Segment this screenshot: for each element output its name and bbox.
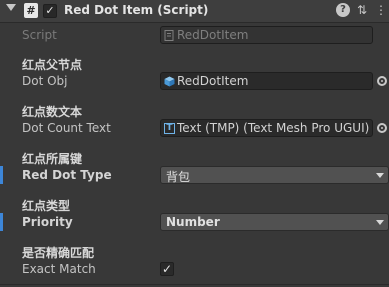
component-title: Red Dot Item (Script) [64, 3, 209, 17]
priority-value: Number [166, 215, 220, 229]
prefab-cube-icon [164, 76, 175, 87]
modified-indicator [0, 213, 3, 231]
presets-icon[interactable]: ⇅ [355, 3, 369, 17]
exact-match-header: 是否精确匹配 [22, 246, 95, 260]
foldout-arrow-icon[interactable] [6, 4, 16, 11]
modified-indicator [0, 166, 3, 184]
tmp-text-icon: T [164, 123, 175, 134]
dot-obj-header: 红点父节点 [22, 58, 83, 72]
help-icon[interactable]: ? [336, 3, 350, 17]
divider [0, 284, 389, 285]
context-menu-icon[interactable]: ⋮ [374, 3, 388, 17]
red-dot-type-dropdown[interactable]: 背包 [160, 166, 389, 184]
dot-obj-label: Dot Obj [22, 74, 68, 88]
red-dot-type-label: Red Dot Type [22, 168, 112, 182]
script-label: Script [22, 28, 57, 42]
dot-count-text-picker-icon[interactable] [377, 123, 387, 133]
red-dot-type-value: 背包 [166, 170, 191, 184]
component-header[interactable]: # ✓ Red Dot Item (Script) ? ⇅ ⋮ [0, 0, 389, 23]
chevron-down-icon [376, 173, 384, 178]
script-field-value: RedDotItem [177, 28, 249, 42]
dot-obj-value: RedDotItem [177, 74, 249, 88]
dot-count-text-label: Dot Count Text [22, 121, 111, 135]
script-file-icon [164, 30, 174, 41]
exact-match-label: Exact Match [22, 262, 96, 276]
dot-count-text-value: Text (TMP) (Text Mesh Pro UGUI) [177, 121, 370, 135]
dot-obj-picker-icon[interactable] [377, 76, 387, 86]
chevron-down-icon [376, 220, 384, 225]
dot-count-text-header: 红点数文本 [22, 105, 83, 119]
component-enabled-checkbox[interactable]: ✓ [43, 4, 57, 18]
dot-count-text-field[interactable]: T Text (TMP) (Text Mesh Pro UGUI) [160, 119, 373, 137]
script-field: RedDotItem [160, 26, 373, 44]
priority-dropdown[interactable]: Number [160, 213, 389, 231]
exact-match-checkbox[interactable]: ✓ [160, 262, 174, 276]
script-icon: # [24, 3, 38, 18]
priority-label: Priority [22, 215, 73, 229]
priority-header: 红点类型 [22, 199, 71, 213]
dot-obj-field[interactable]: RedDotItem [160, 72, 373, 90]
red-dot-type-header: 红点所属键 [22, 152, 83, 166]
